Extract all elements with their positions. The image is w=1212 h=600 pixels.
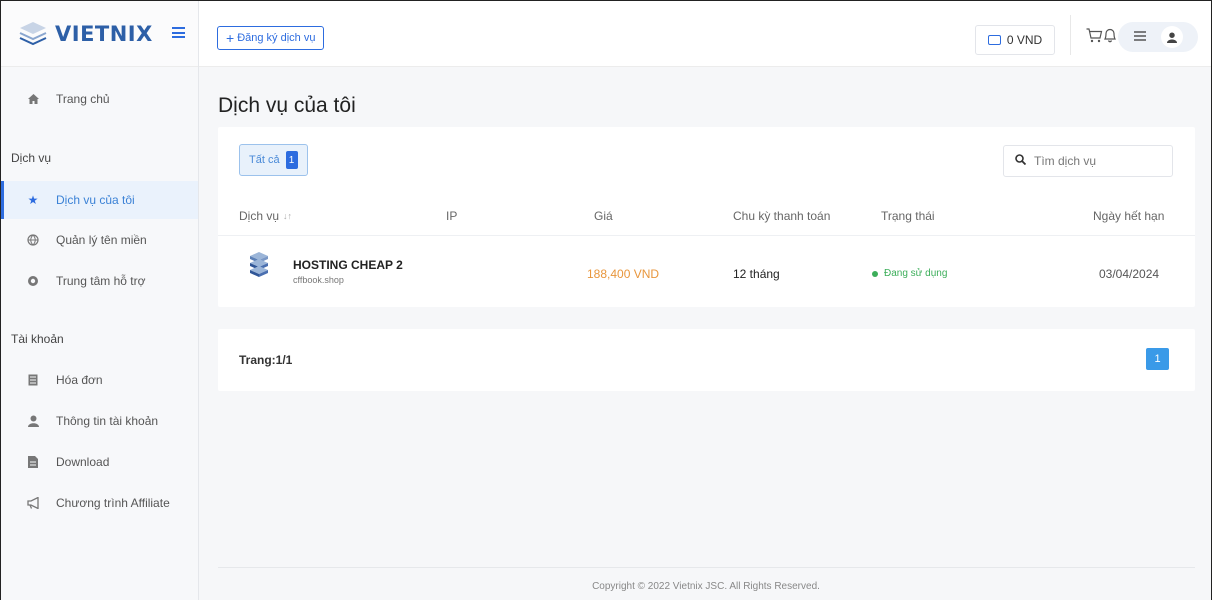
star-icon: ★: [27, 193, 39, 207]
sidebar-item-support[interactable]: Trung tâm hỗ trợ: [1, 262, 198, 300]
status-badge: Đang sử dụng: [872, 268, 947, 279]
menu-lines-icon: [1133, 28, 1146, 46]
sidebar-item-label: Dịch vụ của tôi: [56, 193, 135, 207]
page-title: Dịch vụ của tôi: [218, 94, 356, 117]
avatar: [1160, 26, 1183, 48]
balance-value: 0 VND: [1006, 33, 1043, 47]
search-box: [1003, 145, 1173, 177]
home-icon: [26, 92, 40, 106]
sidebar-item-my-services[interactable]: ★ Dịch vụ của tôi: [1, 181, 198, 219]
search-icon: [1015, 152, 1027, 170]
plus-icon: +: [226, 30, 235, 46]
sidebar-item-label: Trung tâm hỗ trợ: [56, 274, 146, 288]
menu-toggle-icon[interactable]: [172, 27, 185, 38]
megaphone-icon: [26, 496, 40, 510]
column-header-ip: IP: [446, 209, 458, 223]
wallet-icon: [987, 35, 1001, 45]
page-button-1[interactable]: 1: [1146, 348, 1169, 370]
vietnix-logo-icon: [19, 21, 47, 45]
top-header: + Đăng ký dịch vụ 0 VND: [199, 1, 1211, 67]
register-service-label: Đăng ký dịch vụ: [237, 32, 316, 44]
services-card: Tất cả 1 Dịch vụ ↓↑ IP Giá Chu kỳ thanh …: [218, 127, 1195, 307]
sidebar-item-label: Trang chủ: [56, 92, 110, 106]
footer-divider: [218, 567, 1195, 568]
header-divider: [1070, 15, 1071, 55]
pagination-bar: Trang:1/1 1: [218, 329, 1195, 391]
sidebar-item-label: Chương trình Affiliate: [56, 496, 170, 510]
column-label: Dịch vụ: [239, 209, 280, 223]
sidebar: VIETNIX Trang chủ Dịch vụ ★ Dịch vụ của …: [1, 1, 199, 600]
brand-name: VIETNIX: [55, 21, 153, 46]
filter-all-label: Tất cả: [249, 154, 280, 166]
column-header-expiry: Ngày hết hạn: [1093, 209, 1165, 223]
status-dot-icon: [872, 270, 878, 277]
filter-all-tab[interactable]: Tất cả 1: [239, 144, 308, 176]
app-window: VIETNIX Trang chủ Dịch vụ ★ Dịch vụ của …: [0, 0, 1212, 600]
table-divider: [218, 235, 1195, 236]
sidebar-item-label: Quản lý tên miền: [56, 233, 147, 247]
notification-bell-icon[interactable]: [1103, 28, 1117, 48]
status-label: Đang sử dụng: [884, 268, 948, 279]
sort-icon: ↓↑: [283, 211, 293, 221]
sidebar-item-account-info[interactable]: Thông tin tài khoản: [1, 402, 198, 440]
filter-count-badge: 1: [285, 151, 298, 169]
sidebar-item-home[interactable]: Trang chủ: [1, 80, 198, 118]
balance-button[interactable]: 0 VND: [975, 25, 1055, 55]
sidebar-item-label: Thông tin tài khoản: [56, 414, 159, 428]
sidebar-item-label: Download: [56, 455, 110, 469]
search-input[interactable]: [1034, 154, 1164, 168]
service-expiry: 03/04/2024: [1099, 267, 1160, 281]
service-domain: cffbook.shop: [293, 275, 344, 285]
lifebuoy-icon: [26, 274, 40, 288]
user-icon: [26, 414, 40, 428]
server-stack-icon: [250, 252, 268, 277]
service-price: 188,400 VND: [587, 267, 660, 281]
service-name[interactable]: HOSTING CHEAP 2: [293, 258, 403, 272]
sidebar-item-domains[interactable]: Quản lý tên miền: [1, 221, 198, 259]
register-service-button[interactable]: + Đăng ký dịch vụ: [217, 26, 325, 50]
column-header-service[interactable]: Dịch vụ ↓↑: [239, 209, 292, 223]
column-header-cycle: Chu kỳ thanh toán: [733, 209, 831, 223]
sidebar-item-label: Hóa đơn: [56, 373, 103, 387]
logo[interactable]: VIETNIX: [1, 1, 198, 67]
section-account-label: Tài khoản: [11, 332, 64, 346]
footer-copyright: Copyright © 2022 Vietnix JSC. All Rights…: [592, 581, 820, 592]
service-cycle: 12 tháng: [733, 267, 780, 281]
section-services-label: Dịch vụ: [11, 151, 52, 165]
file-icon: [26, 455, 40, 469]
invoice-icon: [26, 373, 40, 387]
globe-icon: [26, 233, 40, 247]
sidebar-item-download[interactable]: Download: [1, 443, 198, 481]
user-menu[interactable]: [1118, 22, 1198, 52]
column-header-price: Giá: [594, 209, 613, 223]
sidebar-item-invoices[interactable]: Hóa đơn: [1, 361, 198, 399]
column-header-status: Trạng thái: [881, 209, 935, 223]
cart-icon[interactable]: [1086, 28, 1103, 48]
main-content: Dịch vụ của tôi Tất cả 1 Dịch vụ ↓↑ IP G…: [199, 67, 1211, 600]
page-indicator: Trang:1/1: [239, 353, 293, 367]
sidebar-item-affiliate[interactable]: Chương trình Affiliate: [1, 484, 198, 522]
